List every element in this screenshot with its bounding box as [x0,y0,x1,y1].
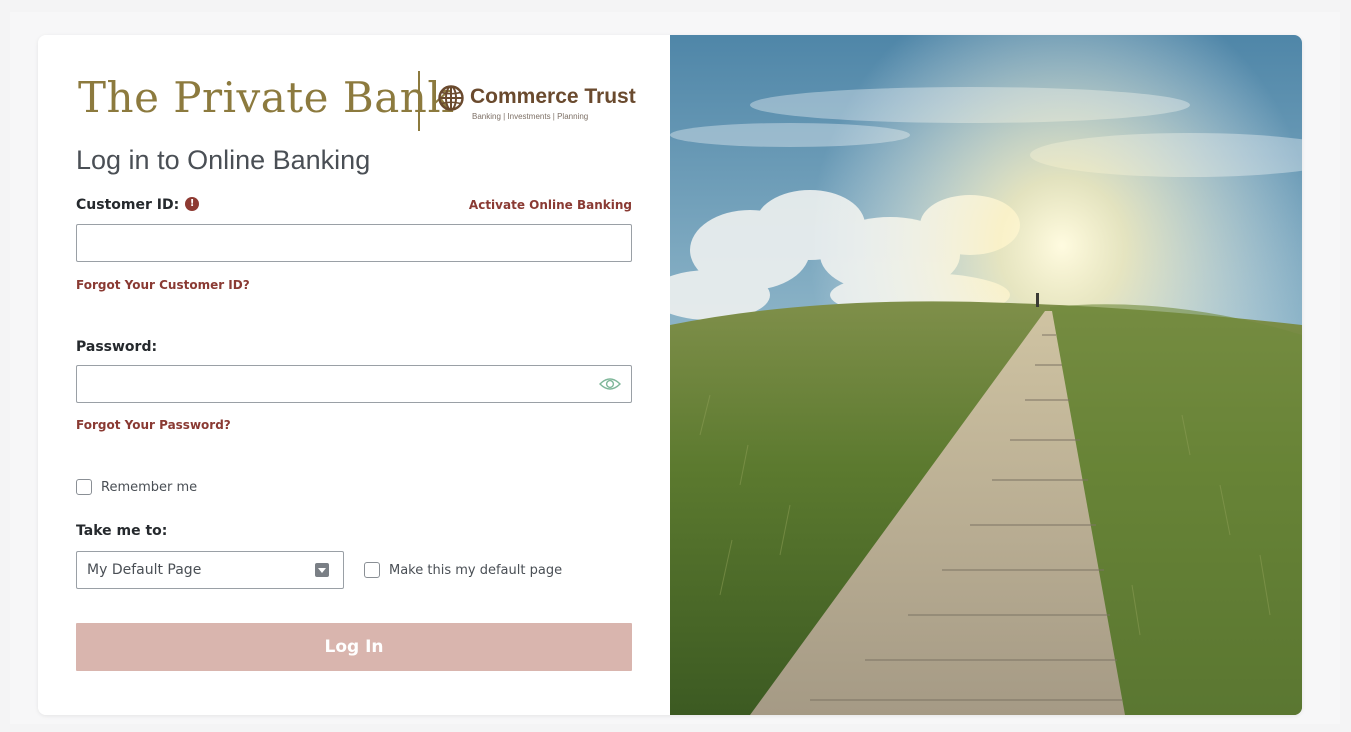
customer-id-label-text: Customer ID: [76,197,180,213]
password-input[interactable] [76,365,632,403]
page-title: Log in to Online Banking [76,145,371,175]
hero-image [670,35,1302,715]
bank-logo: The Private Bank Commerce Trust Banking … [78,71,638,131]
brand-name: Commerce Trust [470,85,636,108]
chevron-down-icon [315,563,329,577]
default-page-label[interactable]: Make this my default page [389,563,562,578]
logo-main-text: The Private Bank [78,73,454,122]
brand-subtitle: Banking | Investments | Planning [472,112,589,121]
remember-me-checkbox[interactable] [76,479,92,495]
customer-id-input[interactable] [76,224,632,262]
login-panel: The Private Bank Commerce Trust Banking … [38,35,670,715]
remember-me-label[interactable]: Remember me [101,480,197,495]
forgot-password-link[interactable]: Forgot Your Password? [76,418,231,432]
globe-icon [438,85,464,111]
take-me-to-label: Take me to: [76,523,168,539]
forgot-customer-id-link[interactable]: Forgot Your Customer ID? [76,278,250,292]
remember-me-row: Remember me [76,479,197,495]
login-button[interactable]: Log In [76,623,632,671]
default-page-row: Make this my default page [364,562,562,578]
eye-icon[interactable] [599,376,621,392]
info-icon[interactable]: ! [185,197,200,211]
default-page-checkbox[interactable] [364,562,380,578]
customer-id-label: Customer ID:! [76,197,200,213]
take-me-to-select[interactable]: My Default Page [76,551,344,589]
activate-online-banking-link[interactable]: Activate Online Banking [469,198,632,212]
take-me-to-selected-value: My Default Page [87,562,202,578]
boardwalk-landscape-image [670,35,1302,715]
login-card: The Private Bank Commerce Trust Banking … [38,35,1302,715]
logo-divider [418,71,420,131]
password-label: Password: [76,339,158,355]
